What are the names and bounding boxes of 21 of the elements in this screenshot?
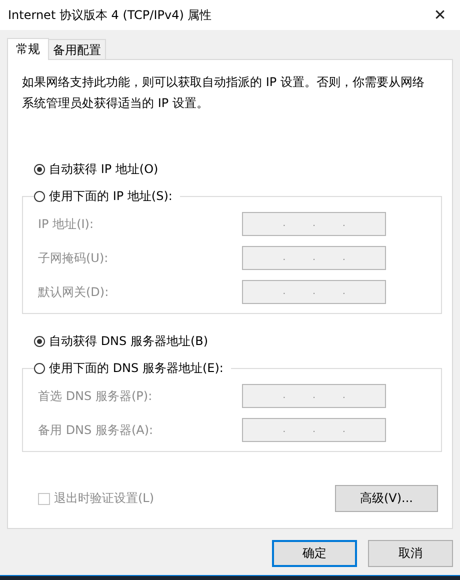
close-button[interactable]: ✕ xyxy=(420,0,460,30)
radio-label[interactable]: 自动获得 IP 地址(O) xyxy=(49,160,158,178)
advanced-button[interactable]: 高级(V)... xyxy=(335,485,438,512)
radio-label[interactable]: 使用下面的 DNS 服务器地址(E): xyxy=(49,360,224,377)
field-label: 子网掩码(U): xyxy=(38,250,108,266)
radio-button[interactable] xyxy=(34,363,45,374)
cancel-button[interactable]: 取消 xyxy=(368,540,453,567)
radio-button[interactable] xyxy=(34,336,45,346)
tab[interactable]: 常规 xyxy=(7,38,49,60)
field-label: 默认网关(D): xyxy=(38,284,109,300)
field-label: IP 地址(I): xyxy=(38,216,94,232)
field-label: 备用 DNS 服务器(A): xyxy=(38,422,154,438)
radio-label[interactable]: 使用下面的 IP 地址(S): xyxy=(49,188,172,205)
radio-button[interactable] xyxy=(34,191,45,202)
tab[interactable]: 备用配置 xyxy=(48,39,106,59)
description-text: 如果网络支持此功能，则可以获取自动指派的 IP 设置。否则，你需要从网络系统管理员处获得适当的 IP 设置。 xyxy=(22,74,426,112)
radio-label[interactable]: 自动获得 DNS 服务器地址(B) xyxy=(49,332,208,350)
radio-button[interactable] xyxy=(34,164,45,174)
window-title: Internet 协议版本 4 (TCP/IPv4) 属性 xyxy=(8,6,212,24)
ok-button[interactable]: 确定 xyxy=(272,540,357,567)
field-label: 首选 DNS 服务器(P): xyxy=(38,388,152,404)
